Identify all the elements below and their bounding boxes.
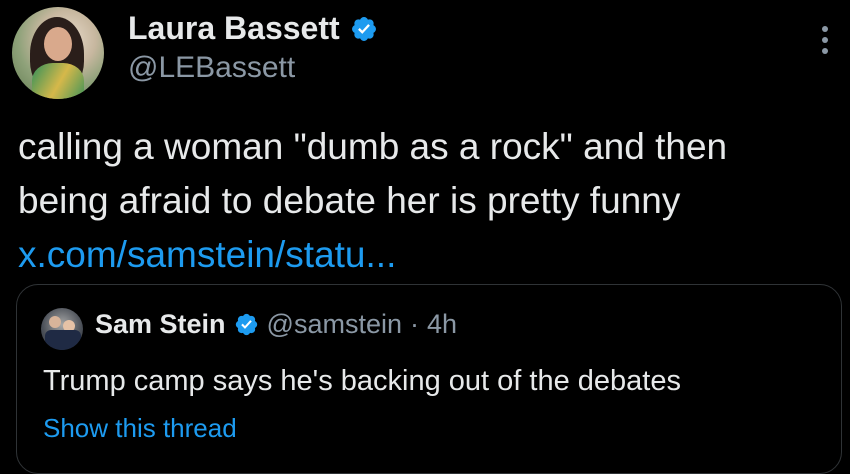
verified-badge-icon xyxy=(235,313,257,336)
tweet-text-line-1: calling a woman "dumb as a rock" and the… xyxy=(18,126,728,167)
tweet-link[interactable]: x.com/samstein/statu... xyxy=(18,228,838,282)
tweet-text-line-2: being afraid to debate her is pretty fun… xyxy=(18,180,681,221)
author-handle[interactable]: @LEBassett xyxy=(128,51,295,85)
show-thread-link[interactable]: Show this thread xyxy=(43,413,237,444)
more-dot xyxy=(822,48,828,54)
avatar-face xyxy=(44,27,72,61)
quoted-author-avatar[interactable] xyxy=(41,308,83,350)
author-display-name[interactable]: Laura Bassett xyxy=(128,10,340,47)
more-options-icon[interactable] xyxy=(816,26,834,66)
more-dot xyxy=(822,37,828,43)
quoted-timestamp[interactable]: 4h xyxy=(427,309,457,340)
avatar-suit xyxy=(45,330,81,350)
author-avatar[interactable] xyxy=(12,7,104,99)
quoted-text: Trump camp says he's backing out of the … xyxy=(43,365,681,397)
avatar-dress xyxy=(32,63,84,99)
quoted-tweet-card[interactable]: Sam Stein @samstein · 4h Trump camp says… xyxy=(16,284,842,474)
author-name-row: Laura Bassett xyxy=(128,10,378,47)
quoted-handle[interactable]: @samstein xyxy=(267,309,402,340)
quoted-display-name[interactable]: Sam Stein xyxy=(95,309,226,340)
quoted-separator: · xyxy=(410,309,419,339)
avatar-person xyxy=(49,316,61,328)
quoted-header: Sam Stein @samstein · 4h xyxy=(95,309,457,340)
tweet-text: calling a woman "dumb as a rock" and the… xyxy=(18,120,838,282)
verified-badge-icon xyxy=(351,16,376,41)
more-dot xyxy=(822,26,828,32)
